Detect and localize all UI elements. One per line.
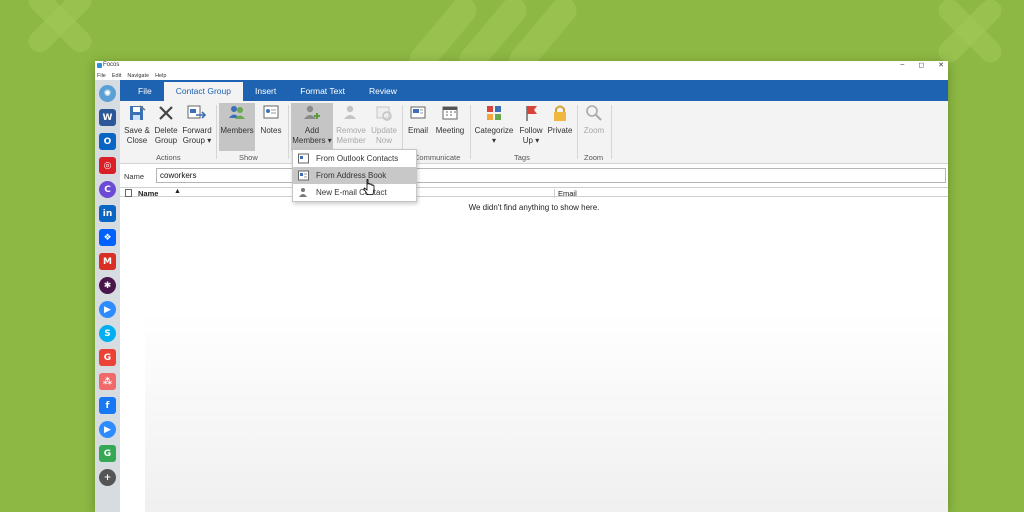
delete-x-icon <box>156 103 176 123</box>
window-title: Focos <box>103 62 120 68</box>
window-controls: – ◻ ✕ <box>900 61 944 69</box>
dock-app-skype-icon[interactable]: S <box>99 325 116 342</box>
lock-icon <box>550 103 570 123</box>
mouse-cursor-icon <box>363 179 375 195</box>
tab-format-text[interactable]: Format Text <box>288 82 357 101</box>
meeting-button[interactable]: Meeting <box>433 103 467 151</box>
member-list-header: Name ▲ Email <box>120 187 948 198</box>
forward-group-button[interactable]: Forward Group ▾ <box>181 103 213 151</box>
ribbon-separator <box>611 105 612 159</box>
focos-app-icon <box>97 63 102 68</box>
menu-item-from-outlook-contacts[interactable]: From Outlook Contacts <box>293 150 416 167</box>
dock-app-creative-cloud-icon[interactable]: ◎ <box>99 157 116 174</box>
categorize-icon <box>484 103 504 123</box>
contact-type-icon <box>125 189 132 197</box>
ribbon-separator <box>288 105 289 159</box>
group-label-zoom: Zoom <box>584 153 604 162</box>
dock-app-google-icon[interactable]: G <box>99 349 116 366</box>
menu-edit[interactable]: Edit <box>112 73 121 79</box>
tab-insert[interactable]: Insert <box>243 82 288 101</box>
dock-app-dropbox-icon[interactable]: ❖ <box>99 229 116 246</box>
dock-app-focos-icon[interactable]: ✺ <box>99 85 116 102</box>
group-label-tags: Tags <box>514 153 530 162</box>
delete-group-button[interactable]: Delete Group <box>152 103 180 151</box>
ribbon: Save & Close Delete Group Forward Group … <box>120 101 948 164</box>
ribbon-separator <box>577 105 578 159</box>
name-label: Name <box>124 172 145 181</box>
dock-app-slack-icon[interactable]: ✱ <box>99 277 116 294</box>
calendar-icon <box>440 103 460 123</box>
group-label-actions: Actions <box>156 153 181 162</box>
update-icon <box>374 103 394 123</box>
private-button[interactable]: Private <box>546 103 574 151</box>
dock-app-add-app-icon[interactable]: + <box>99 469 116 486</box>
dock-app-facebook-icon[interactable]: f <box>99 397 116 414</box>
forward-icon <box>187 103 207 123</box>
categorize-button[interactable]: Categorize ▾ <box>473 103 515 151</box>
email-button[interactable]: Email <box>405 103 431 151</box>
magnifier-icon <box>584 103 604 123</box>
contacts-card-icon <box>298 153 309 164</box>
add-member-icon <box>302 103 322 123</box>
save-close-button[interactable]: Save & Close <box>123 103 151 151</box>
title-bar: Focos – ◻ ✕ <box>95 61 948 71</box>
update-now-button[interactable]: Update Now <box>369 103 399 151</box>
name-row: Name <box>120 166 948 186</box>
menu-file[interactable]: File <box>97 73 106 79</box>
members-icon <box>227 103 247 123</box>
menu-navigate[interactable]: Navigate <box>127 73 149 79</box>
ribbon-tabs: File Contact Group Insert Format Text Re… <box>120 80 948 101</box>
flag-icon <box>521 103 541 123</box>
dock-app-linkedin-icon[interactable]: in <box>99 205 116 222</box>
dock-app-canva-icon[interactable]: C <box>99 181 116 198</box>
close-button[interactable]: ✕ <box>938 61 944 69</box>
group-label-communicate: Communicate <box>414 153 461 162</box>
add-members-dropdown: From Outlook Contacts From Address Book … <box>292 149 417 202</box>
menu-item-from-address-book[interactable]: From Address Book <box>293 167 416 184</box>
tab-file[interactable]: File <box>126 82 164 101</box>
follow-up-button[interactable]: Follow Up ▾ <box>517 103 545 151</box>
app-window: Focos – ◻ ✕ File Edit Navigate Help ✺ W O ◎… <box>95 61 948 512</box>
notes-icon <box>261 103 281 123</box>
save-icon <box>127 103 147 123</box>
minimize-button[interactable]: – <box>900 61 904 69</box>
empty-list-message: We didn't find anything to show here. <box>468 203 600 212</box>
dock-app-zoom-2-icon[interactable]: ▶ <box>99 421 116 438</box>
group-label-show: Show <box>239 153 258 162</box>
tab-contact-group[interactable]: Contact Group <box>163 82 243 101</box>
tab-review[interactable]: Review <box>357 82 409 101</box>
column-header-name[interactable]: Name <box>138 189 158 198</box>
ribbon-separator <box>216 105 217 159</box>
outlook-contact-group-window: File Contact Group Insert Format Text Re… <box>120 80 948 512</box>
menu-bar: File Edit Navigate Help <box>95 71 948 80</box>
members-button[interactable]: Members <box>219 103 255 151</box>
menu-item-new-email-contact[interactable]: New E-mail Contact <box>293 184 416 201</box>
ribbon-separator <box>470 105 471 159</box>
dock-app-outlook-icon[interactable]: O <box>99 133 116 150</box>
notes-button[interactable]: Notes <box>257 103 285 151</box>
column-header-email[interactable]: Email <box>554 189 577 198</box>
zoom-button[interactable]: Zoom <box>580 103 608 151</box>
dock-app-gmail-icon[interactable]: M <box>99 253 116 270</box>
maximize-button[interactable]: ◻ <box>918 61 924 69</box>
dock-app-word-icon[interactable]: W <box>99 109 116 126</box>
address-book-icon <box>298 170 309 181</box>
sort-ascending-icon: ▲ <box>174 188 181 195</box>
dock-app-zoom-icon[interactable]: ▶ <box>99 301 116 318</box>
dock-app-asana-icon[interactable]: ⁂ <box>99 373 116 390</box>
remove-member-icon <box>341 103 361 123</box>
menu-help[interactable]: Help <box>155 73 166 79</box>
app-dock: ✺ W O ◎ Cin ❖ M ✱ ▶ S G ⁂ f ▶ G + <box>95 80 120 512</box>
bottom-fade <box>145 312 948 512</box>
new-contact-icon <box>298 187 309 198</box>
remove-member-button[interactable]: Remove Member <box>334 103 368 151</box>
email-icon <box>408 103 428 123</box>
dock-app-google-2-icon[interactable]: G <box>99 445 116 462</box>
group-name-input[interactable] <box>156 168 946 183</box>
add-members-button[interactable]: Add Members ▾ <box>291 103 333 151</box>
